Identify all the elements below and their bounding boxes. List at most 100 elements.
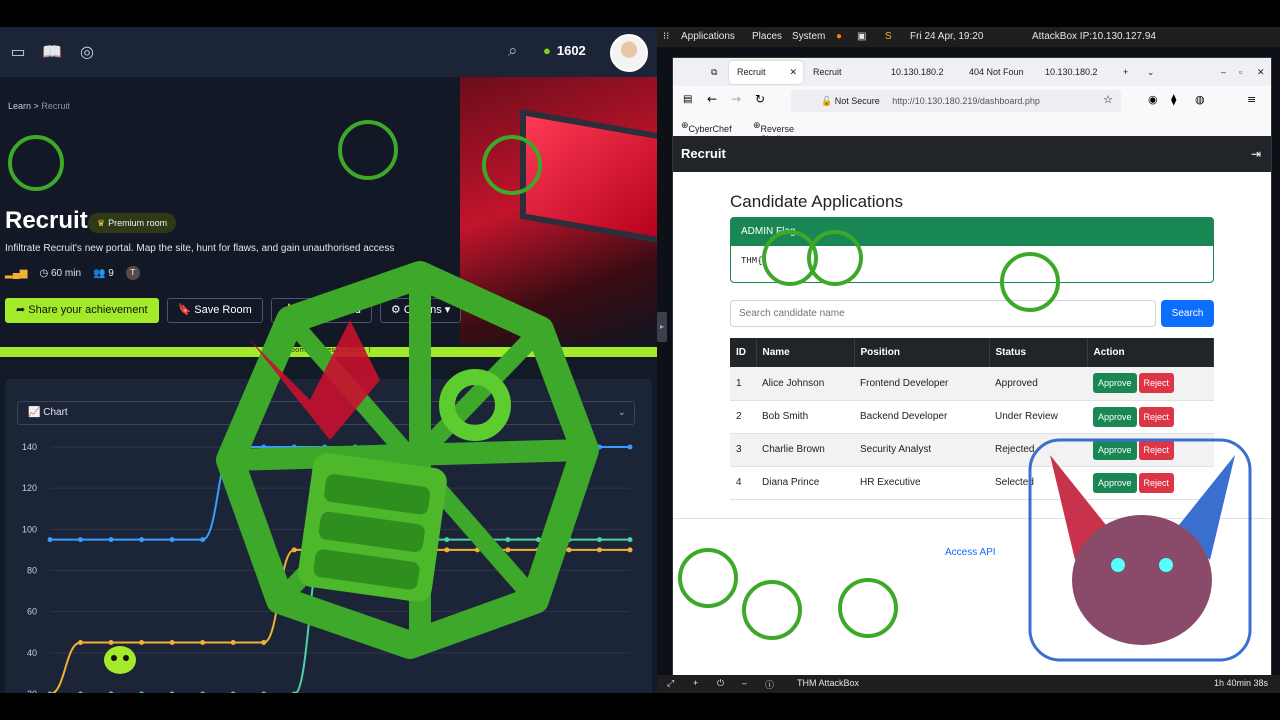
tab-404[interactable]: 404 Not Foun bbox=[961, 61, 1037, 84]
crown-icon: ♛ bbox=[97, 218, 106, 228]
proxy-icon[interactable]: ◍ bbox=[1195, 93, 1205, 106]
data-point bbox=[352, 547, 358, 553]
clock-icon: ◷ bbox=[39, 267, 49, 279]
bookmark-star-icon[interactable]: ☆ bbox=[1103, 93, 1113, 106]
not-secure-text: Not Secure bbox=[834, 96, 880, 106]
bookmark-revshell[interactable]: ⊕ Reverse Shell Generator bbox=[753, 120, 801, 154]
forward-icon[interactable]: → bbox=[731, 92, 741, 106]
data-point bbox=[139, 537, 145, 543]
data-point bbox=[200, 640, 206, 646]
applications-menu[interactable]: Applications bbox=[681, 31, 735, 42]
info-icon[interactable]: ⓘ bbox=[765, 678, 774, 691]
series-line-2 bbox=[50, 538, 630, 693]
approve-button[interactable]: Approve bbox=[1093, 472, 1137, 493]
options-button[interactable]: ⚙ Options ▾ bbox=[379, 298, 462, 323]
approve-button[interactable]: Approve bbox=[1093, 406, 1137, 427]
approve-button[interactable]: Approve bbox=[1093, 373, 1137, 394]
minimize-icon[interactable]: – bbox=[1213, 61, 1229, 84]
chart-icon: 📈 bbox=[28, 407, 41, 418]
share-achievement-button[interactable]: ➦ Share your achievement bbox=[5, 298, 159, 323]
creator-avatar[interactable]: T bbox=[125, 266, 140, 280]
data-point bbox=[566, 537, 572, 543]
y-tick-label: 40 bbox=[27, 648, 37, 658]
duration: ◷ 60 min bbox=[39, 268, 81, 279]
reject-button[interactable]: Reject bbox=[1138, 472, 1175, 493]
data-point bbox=[200, 691, 205, 693]
tab-recruit[interactable]: Recruit bbox=[805, 61, 881, 84]
points-value: 1602 bbox=[556, 43, 586, 58]
site-title[interactable]: Recruit bbox=[681, 146, 726, 161]
tab-recruit-active[interactable]: Recruit ✕ bbox=[729, 61, 803, 84]
reject-button[interactable]: Reject bbox=[1138, 439, 1175, 460]
minimize-panel-icon[interactable]: – bbox=[742, 678, 747, 688]
target-icon[interactable]: ◎ bbox=[77, 42, 97, 62]
room-description: Infiltrate Recruit's new portal. Map the… bbox=[5, 243, 395, 254]
maximize-icon[interactable]: ▫ bbox=[1231, 61, 1247, 84]
data-point bbox=[505, 547, 511, 553]
users-icon: 👥 bbox=[93, 267, 106, 279]
search-icon[interactable]: ⌕ bbox=[508, 41, 518, 61]
y-tick-label: 120 bbox=[22, 483, 37, 493]
new-tab-icon[interactable]: + bbox=[1115, 61, 1133, 84]
reject-button[interactable]: Reject bbox=[1138, 406, 1175, 427]
account-icon[interactable]: ◉ bbox=[1148, 93, 1158, 106]
save-room-button[interactable]: 🔖 Save Room bbox=[166, 298, 263, 323]
menu-icon[interactable]: ≡ bbox=[1247, 93, 1256, 106]
data-point bbox=[566, 547, 572, 553]
data-point bbox=[169, 640, 175, 646]
tab-list-icon[interactable]: ⌄ bbox=[1139, 61, 1157, 84]
avatar[interactable] bbox=[610, 34, 648, 72]
system-menu[interactable]: System bbox=[792, 31, 825, 42]
cell-position: Frontend Developer bbox=[854, 367, 989, 401]
search-button[interactable]: Search bbox=[1161, 300, 1214, 327]
close-icon[interactable]: ✕ bbox=[789, 61, 797, 84]
data-point bbox=[413, 537, 419, 543]
window-icon[interactable]: ▭ bbox=[8, 42, 28, 62]
tab-overview-icon[interactable]: ⧉ bbox=[703, 61, 721, 84]
reject-button[interactable]: Reject bbox=[1138, 373, 1175, 394]
save-label: Save Room bbox=[194, 304, 252, 316]
room-progress-bar: Room progress ( 100% ) bbox=[0, 346, 657, 357]
add-icon[interactable]: + bbox=[693, 678, 698, 688]
chart-select[interactable]: 📈 Chart ⌄ bbox=[17, 401, 635, 425]
panel-resize-handle[interactable]: ▸ bbox=[657, 312, 667, 342]
breadcrumb-current: Recruit bbox=[41, 101, 70, 111]
grid-icon[interactable]: ⁝⁝ bbox=[663, 31, 669, 42]
data-point bbox=[108, 537, 114, 543]
url-field[interactable]: 🔓 Not Secure http://10.130.180.219/dashb… bbox=[791, 90, 1121, 112]
sidebar-icon[interactable]: ▤ bbox=[683, 94, 692, 105]
sublime-icon[interactable]: S bbox=[885, 31, 892, 42]
firefox-icon[interactable]: ● bbox=[836, 31, 842, 42]
data-point bbox=[261, 640, 267, 646]
points-counter: ● 1602 bbox=[543, 43, 586, 58]
data-point bbox=[230, 444, 236, 450]
cell-status: Selected bbox=[989, 466, 1087, 500]
data-point bbox=[474, 537, 480, 543]
recommend-button[interactable]: 👍 Recommend bbox=[270, 298, 372, 323]
reload-icon[interactable]: ↻ bbox=[755, 92, 765, 106]
search-input[interactable]: Search candidate name bbox=[730, 300, 1156, 327]
bookmark-cyberchef[interactable]: ⊕ CyberChef bbox=[681, 120, 732, 134]
fullscreen-icon[interactable]: ⤢ bbox=[667, 678, 674, 689]
data-point bbox=[169, 537, 175, 543]
breadcrumb-learn[interactable]: Learn bbox=[8, 101, 31, 111]
back-icon[interactable]: ← bbox=[707, 92, 717, 106]
book-icon[interactable]: 📖 bbox=[42, 42, 62, 62]
extensions-icon[interactable]: ⧫ bbox=[1171, 93, 1176, 106]
dashboard-content: Candidate Applications ADMIN Flag THM{ S… bbox=[673, 172, 1271, 682]
places-menu[interactable]: Places bbox=[752, 31, 782, 42]
data-point bbox=[383, 537, 389, 543]
terminal-icon[interactable]: ▣ bbox=[857, 31, 866, 42]
power-icon[interactable]: ⏻ bbox=[717, 678, 724, 689]
tab-ip-1[interactable]: 10.130.180.2 bbox=[883, 61, 959, 84]
data-point bbox=[474, 444, 480, 450]
tab-ip-2[interactable]: 10.130.180.2 bbox=[1037, 61, 1113, 84]
access-api-link[interactable]: Access API bbox=[945, 547, 996, 558]
series-line-0 bbox=[50, 446, 630, 541]
data-point bbox=[322, 537, 328, 543]
data-point bbox=[78, 691, 83, 693]
close-window-icon[interactable]: ✕ bbox=[1249, 61, 1265, 84]
approve-button[interactable]: Approve bbox=[1093, 439, 1137, 460]
logout-icon[interactable]: ⇥ bbox=[1251, 136, 1261, 172]
thm-navbar: ▭ 📖 ◎ ⌕ ● 1602 bbox=[0, 27, 657, 77]
